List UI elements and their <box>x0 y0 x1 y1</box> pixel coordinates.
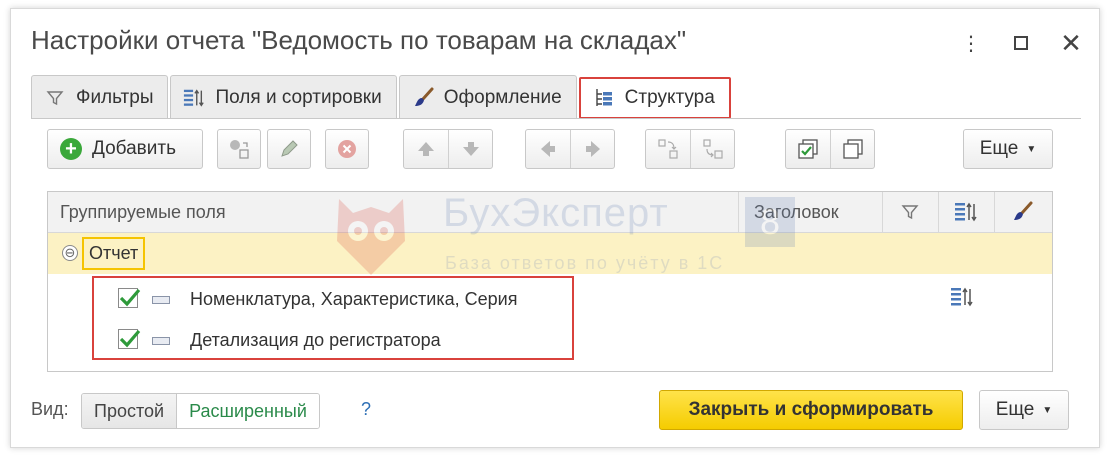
move-into-icon <box>658 139 678 159</box>
checkmark-icon <box>119 329 141 348</box>
more-vertical-icon[interactable]: ⋮ <box>957 29 985 57</box>
pencil-icon <box>281 140 298 157</box>
structure-panel: + Добавить Еще ▼ Группируемые поля Загол… <box>31 118 1081 380</box>
view-label: Вид: <box>31 399 69 419</box>
tab-label: Поля и сортировки <box>215 86 382 108</box>
tree-row[interactable]: Детализация до регистратора <box>48 321 1052 361</box>
row-label: Детализация до регистратора <box>190 329 441 350</box>
row-label: Номенклатура, Характеристика, Серия <box>190 288 518 309</box>
footer-more-button[interactable]: Еще ▼ <box>979 390 1069 430</box>
delete-icon <box>338 140 356 158</box>
delete-button[interactable] <box>325 129 369 169</box>
tab-fields-sorting[interactable]: Поля и сортировки <box>170 75 397 119</box>
dialog-title: Настройки отчета "Ведомость по товарам н… <box>31 25 687 55</box>
tree-row[interactable]: Номенклатура, Характеристика, Серия <box>48 280 1052 320</box>
help-link[interactable]: ? <box>361 399 371 420</box>
column-sort[interactable] <box>938 192 994 232</box>
move-up-button[interactable] <box>404 130 448 168</box>
maximize-icon[interactable] <box>1007 29 1035 57</box>
move-out-button[interactable] <box>690 130 734 168</box>
collapse-icon[interactable]: ⊖ <box>62 245 78 261</box>
add-button-label: Добавить <box>92 138 176 159</box>
edit-button[interactable] <box>267 129 311 169</box>
field-icon <box>152 296 170 304</box>
filter-icon <box>44 87 66 109</box>
add-group-button[interactable] <box>217 129 261 169</box>
tree-row-report[interactable]: ⊖ Отчет <box>48 233 1052 274</box>
add-button[interactable]: + Добавить <box>47 129 203 169</box>
move-left-right-group <box>525 129 615 169</box>
tab-structure[interactable]: Структура <box>578 77 731 119</box>
tab-label: Структура <box>624 87 715 108</box>
view-extended-button[interactable]: Расширенный <box>177 394 319 428</box>
structure-icon <box>593 87 615 109</box>
sort-icon <box>950 286 974 313</box>
close-and-generate-button[interactable]: Закрыть и сформировать <box>659 390 963 430</box>
column-appearance[interactable] <box>994 192 1050 232</box>
tab-bar: Фильтры Поля и сортировки Оформление Стр… <box>31 75 733 119</box>
check-copy-group <box>785 129 875 169</box>
move-down-button[interactable] <box>448 130 492 168</box>
move-out-icon <box>702 139 723 159</box>
column-title[interactable]: Заголовок <box>754 192 839 232</box>
move-into-button[interactable] <box>646 130 690 168</box>
add-circle-icon: + <box>60 138 82 160</box>
add-group-icon <box>230 140 249 159</box>
hierarchy-group <box>645 129 735 169</box>
arrow-up-icon <box>418 142 434 156</box>
report-node-label: Отчет <box>82 237 146 270</box>
view-simple-button[interactable]: Простой <box>82 394 178 428</box>
tab-label: Фильтры <box>76 86 154 108</box>
close-icon[interactable]: ✕ <box>1057 28 1085 58</box>
more-button-label: Еще <box>979 138 1019 159</box>
move-up-down-group <box>403 129 493 169</box>
field-icon <box>152 337 170 345</box>
sort-icon <box>183 87 205 109</box>
grid-header: Группируемые поля Заголовок <box>48 192 1052 233</box>
settings-dialog: Настройки отчета "Ведомость по товарам н… <box>10 8 1100 448</box>
chevron-down-icon: ▼ <box>1042 404 1053 416</box>
row-checkbox[interactable] <box>118 288 141 308</box>
check-all-icon <box>798 139 818 159</box>
arrow-left-icon <box>541 141 555 157</box>
brush-icon <box>1014 201 1033 220</box>
move-left-button[interactable] <box>526 130 570 168</box>
column-filter[interactable] <box>882 192 938 232</box>
move-right-button[interactable] <box>570 130 614 168</box>
tab-label: Оформление <box>443 86 562 108</box>
filter-icon <box>901 205 919 220</box>
sort-icon <box>955 202 977 222</box>
copy-icon <box>842 139 863 159</box>
arrow-right-icon <box>585 141 600 157</box>
brush-icon <box>412 87 434 109</box>
view-mode-switch: Простой Расширенный <box>81 393 320 429</box>
tab-filters[interactable]: Фильтры <box>31 75 169 119</box>
copy-button[interactable] <box>830 130 874 168</box>
structure-tree: Группируемые поля Заголовок ⊖ Отчет Номе… <box>47 191 1053 372</box>
check-all-button[interactable] <box>786 130 830 168</box>
column-grouped-fields[interactable]: Группируемые поля <box>60 192 226 232</box>
more-button[interactable]: Еще ▼ <box>963 129 1053 169</box>
row-checkbox[interactable] <box>118 329 141 349</box>
checkmark-icon <box>119 288 141 307</box>
arrow-down-icon <box>462 142 479 156</box>
chevron-down-icon: ▼ <box>1026 143 1037 155</box>
footer-more-label: Еще <box>995 399 1035 420</box>
tab-appearance[interactable]: Оформление <box>398 75 577 119</box>
